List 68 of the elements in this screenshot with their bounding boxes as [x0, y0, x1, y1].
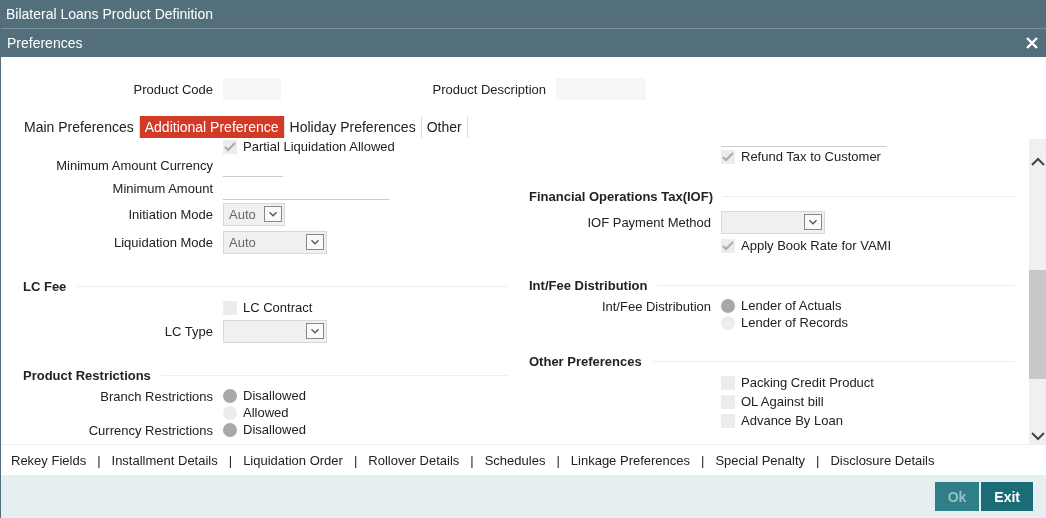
scrollbar[interactable] — [1029, 139, 1046, 444]
caret-icon — [306, 323, 324, 339]
checkbox-label: LC Contract — [243, 300, 313, 315]
section-title: Product Restrictions — [23, 367, 152, 383]
link-separator: | — [97, 452, 101, 468]
dialog-title: Preferences — [7, 35, 83, 51]
link-separator: | — [701, 452, 705, 468]
scroll-down-icon[interactable] — [1030, 431, 1045, 441]
field-label: Branch Restrictions — [99, 388, 214, 404]
window-title: Bilateral Loans Product Definition — [5, 5, 214, 24]
radio-label: Lender of Actuals — [741, 298, 842, 313]
tab[interactable]: Main Preferences — [19, 116, 140, 138]
field-label: Product Code — [132, 81, 214, 97]
footer-link[interactable]: Rekey Fields — [11, 452, 87, 468]
link-separator: | — [816, 452, 820, 468]
field-label: IOF Payment Method — [586, 214, 712, 230]
radio-button[interactable] — [223, 388, 237, 403]
radio-label: Disallowed — [243, 422, 306, 437]
field-label: Initiation Mode — [127, 206, 214, 222]
footer-link[interactable]: Disclosure Details — [830, 452, 935, 468]
tab[interactable]: Additional Preference — [139, 116, 285, 138]
scroll-up-icon[interactable] — [1030, 157, 1045, 167]
field-label: Int/Fee Distribution — [600, 298, 712, 314]
checkbox[interactable] — [223, 139, 237, 154]
select-field[interactable]: Auto — [223, 202, 285, 226]
footer-link[interactable]: Installment Details — [111, 452, 218, 468]
footer-link[interactable]: Rollover Details — [368, 452, 460, 468]
field-label: Currency Restrictions — [87, 422, 214, 438]
field-label: LC Type — [163, 323, 214, 339]
checkbox-label: Partial Liquidation Allowed — [243, 139, 395, 154]
link-separator: | — [470, 452, 474, 468]
tab[interactable]: Other — [421, 116, 468, 138]
checkbox-label: Refund Tax to Customer — [741, 149, 881, 164]
radio-label: Disallowed — [243, 388, 306, 403]
field-label: Liquidation Mode — [112, 234, 214, 250]
caret-icon — [306, 234, 324, 250]
link-separator: | — [353, 452, 358, 468]
checkbox-label: Packing Credit Product — [741, 375, 874, 390]
checkbox-label: OL Against bill — [741, 394, 824, 409]
tab[interactable]: Holiday Preferences — [284, 116, 422, 138]
checkbox-label: Advance By Loan — [741, 413, 843, 428]
radio-label: Lender of Records — [741, 315, 848, 330]
close-icon[interactable] — [1026, 37, 1038, 49]
link-separator: | — [556, 452, 560, 468]
footer-link[interactable]: Schedules — [484, 452, 546, 468]
footer-link[interactable]: Liquidation Order — [243, 452, 343, 468]
footer-link[interactable]: Linkage Preferences — [570, 452, 691, 468]
action-button[interactable]: Exit — [981, 482, 1033, 511]
section-title: Other Preferences — [529, 353, 643, 369]
caret-icon — [804, 214, 822, 230]
footer-link[interactable]: Special Penalty — [715, 452, 806, 468]
field-label: Product Description — [431, 81, 547, 97]
field-label: Minimum Amount Currency — [55, 158, 214, 173]
select-field[interactable] — [721, 210, 825, 234]
select-field[interactable]: Auto — [223, 230, 327, 254]
radio-button[interactable] — [223, 422, 237, 437]
checkbox-label: Apply Book Rate for VAMI — [741, 238, 892, 253]
checkbox[interactable] — [721, 149, 735, 164]
section-title: Financial Operations Tax(IOF) — [529, 188, 714, 204]
radio-label: Allowed — [243, 405, 289, 420]
section-title: LC Fee — [23, 278, 68, 294]
link-separator: | — [228, 452, 233, 468]
radio-button[interactable] — [721, 298, 735, 313]
section-title: Int/Fee Distribution — [529, 277, 649, 293]
checkbox[interactable] — [721, 238, 735, 253]
field-label: Minimum Amount — [111, 181, 214, 196]
caret-icon — [264, 206, 282, 222]
select-field[interactable] — [223, 319, 327, 343]
